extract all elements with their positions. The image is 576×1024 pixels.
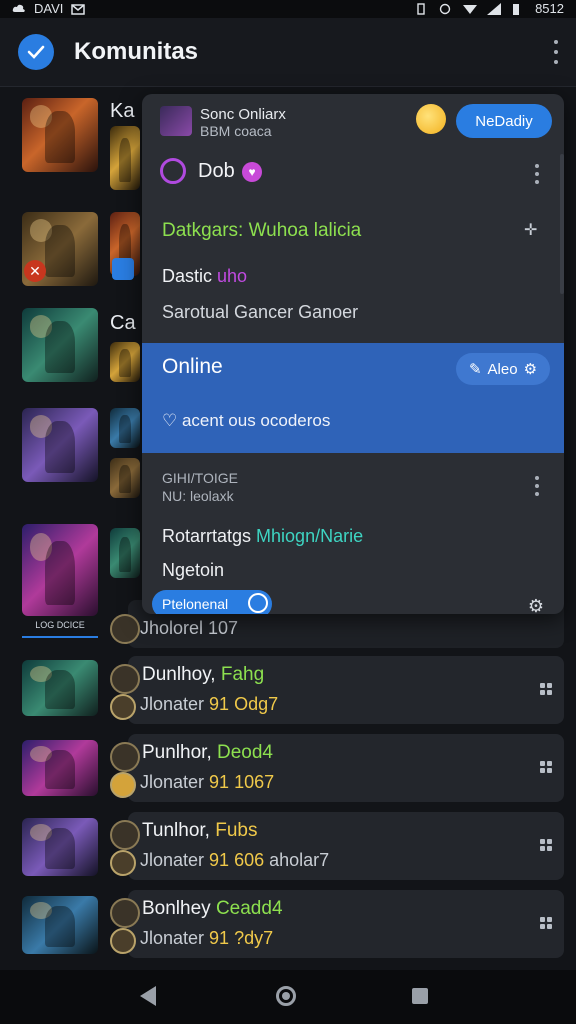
app-badge-icon	[112, 258, 134, 280]
navigation-bar	[0, 970, 576, 1024]
list-item-title: Tunlhor, Fubs	[142, 820, 258, 841]
more-options-icon[interactable]	[552, 40, 560, 64]
drag-handle-icon[interactable]	[540, 917, 552, 929]
page-title: Komunitas	[74, 38, 199, 65]
list-item-title: Dunlhoy, Fahg	[142, 664, 265, 685]
description-line: Sarotual Gancer Ganoer	[162, 302, 359, 322]
group-thumbnail	[160, 106, 192, 136]
swords-icon: ✕	[24, 260, 46, 282]
wifi-icon	[463, 3, 478, 15]
badge-avatar	[110, 928, 136, 954]
section-sublabel: NU: leolaxk	[162, 488, 234, 504]
thumbnail-caption: LOG DCICE	[22, 620, 98, 638]
game-thumbnail-small[interactable]	[110, 126, 140, 190]
signal-icon	[487, 2, 502, 15]
game-thumbnail[interactable]	[22, 896, 98, 954]
list-item-subtitle: Jlonater 91 1067	[140, 772, 275, 792]
badge-avatar	[110, 694, 136, 720]
settings-icon[interactable]: ⚙	[524, 596, 548, 620]
row-title-fragment: Ca	[110, 312, 136, 334]
profile-pill-button[interactable]: Ptelonenal	[152, 590, 272, 614]
home-icon[interactable]	[276, 986, 296, 1006]
online-label: Online	[162, 355, 223, 378]
status-bar: DAVI 8512	[0, 0, 576, 18]
badge-avatar	[110, 772, 136, 798]
cloud-icon	[12, 3, 26, 15]
check-icon[interactable]	[18, 34, 54, 70]
row-title-fragment: Ka	[110, 100, 135, 122]
game-thumbnail-small[interactable]	[110, 408, 140, 448]
carrier-label: DAVI	[34, 1, 64, 16]
emoji-icon[interactable]	[416, 104, 446, 134]
vibrate-icon	[415, 2, 429, 15]
list-item-title: Punlhor, Deod4	[142, 742, 273, 763]
game-thumbnail[interactable]	[22, 98, 98, 172]
more-options-icon[interactable]	[534, 476, 540, 496]
category-line: Datkgars: Wuhoa lalicia	[162, 220, 362, 241]
clock: 8512	[535, 1, 564, 16]
game-thumbnail-small[interactable]	[110, 528, 140, 578]
app-bar: Komunitas	[0, 18, 576, 87]
battery-icon	[511, 3, 525, 15]
action-button[interactable]: NeDadiy	[456, 104, 552, 138]
drag-handle-icon[interactable]	[540, 683, 552, 695]
list-item-subtitle: Jholorel 107	[140, 618, 239, 638]
avatar	[110, 614, 140, 644]
list-item[interactable]: Tunlhor, Fubs Jlonater 91 606 aholar7	[110, 812, 564, 880]
list-item-title: Bonlhey Ceadd4	[142, 898, 283, 919]
game-thumbnail-small[interactable]	[110, 458, 140, 498]
alarm-icon	[439, 3, 453, 15]
status-line: Ngetoin	[162, 560, 225, 580]
user-status-icon	[160, 158, 186, 184]
profile-popup: Sonc Onliarx BBM coaca NeDadiy Dob ♥ Dat…	[142, 94, 564, 614]
online-section: Online ✎ Aleo ⚙ ♡ acent ous ocoderos	[142, 343, 564, 453]
mail-icon	[71, 3, 86, 15]
game-thumbnail[interactable]	[22, 740, 98, 796]
badge-avatar	[110, 850, 136, 876]
section-label: GIHI/TOIGE	[162, 470, 238, 486]
scrollbar[interactable]	[560, 154, 564, 294]
list-item[interactable]: Punlhor, Deod4 Jlonater 91 1067	[110, 734, 564, 802]
game-thumbnail[interactable]	[22, 408, 98, 482]
list-item-subtitle: Jlonater 91 Odg7	[140, 694, 279, 714]
avatar	[110, 664, 140, 694]
avatar	[110, 820, 140, 850]
recent-apps-icon[interactable]	[412, 988, 428, 1004]
list-item[interactable]: Bonlhey Ceadd4 Jlonater 91 ?dy7	[110, 890, 564, 958]
game-thumbnail[interactable]	[22, 818, 98, 876]
back-icon[interactable]	[140, 986, 156, 1006]
heart-icon[interactable]: ♥	[242, 162, 262, 182]
game-thumbnail[interactable]	[22, 524, 98, 616]
user-name: Dob	[198, 160, 235, 182]
game-thumbnail-small[interactable]	[110, 342, 140, 382]
list-item-subtitle: Jlonater 91 606 aholar7	[140, 850, 330, 870]
list-item-subtitle: Jlonater 91 ?dy7	[140, 928, 274, 948]
name-line: Dastic uho	[162, 266, 248, 286]
edit-icon: ✎	[468, 361, 482, 378]
drag-handle-icon[interactable]	[540, 761, 552, 773]
popup-header-subtitle: BBM coaca	[200, 123, 272, 139]
avatar	[110, 898, 140, 928]
heart-outline-icon: ♡	[162, 411, 182, 430]
game-thumbnail[interactable]	[22, 660, 98, 716]
game-thumbnail[interactable]	[22, 308, 98, 382]
avatar	[110, 742, 140, 772]
online-action-button[interactable]: ✎ Aleo ⚙	[456, 353, 550, 385]
drag-handle-icon[interactable]	[540, 839, 552, 851]
refresh-icon	[248, 593, 268, 613]
roles-line: Rotarrtatgs Mhiogn/Narie	[162, 526, 364, 546]
online-status-line: ♡ acent ous ocoderos	[162, 411, 331, 430]
list-item[interactable]: Dunlhoy, Fahg Jlonater 91 Odg7	[110, 656, 564, 724]
popup-header-title: Sonc Onliarx	[200, 106, 286, 123]
gear-icon: ⚙	[523, 361, 538, 378]
pin-icon[interactable]: ✛	[524, 220, 542, 239]
more-options-icon[interactable]	[534, 164, 540, 184]
